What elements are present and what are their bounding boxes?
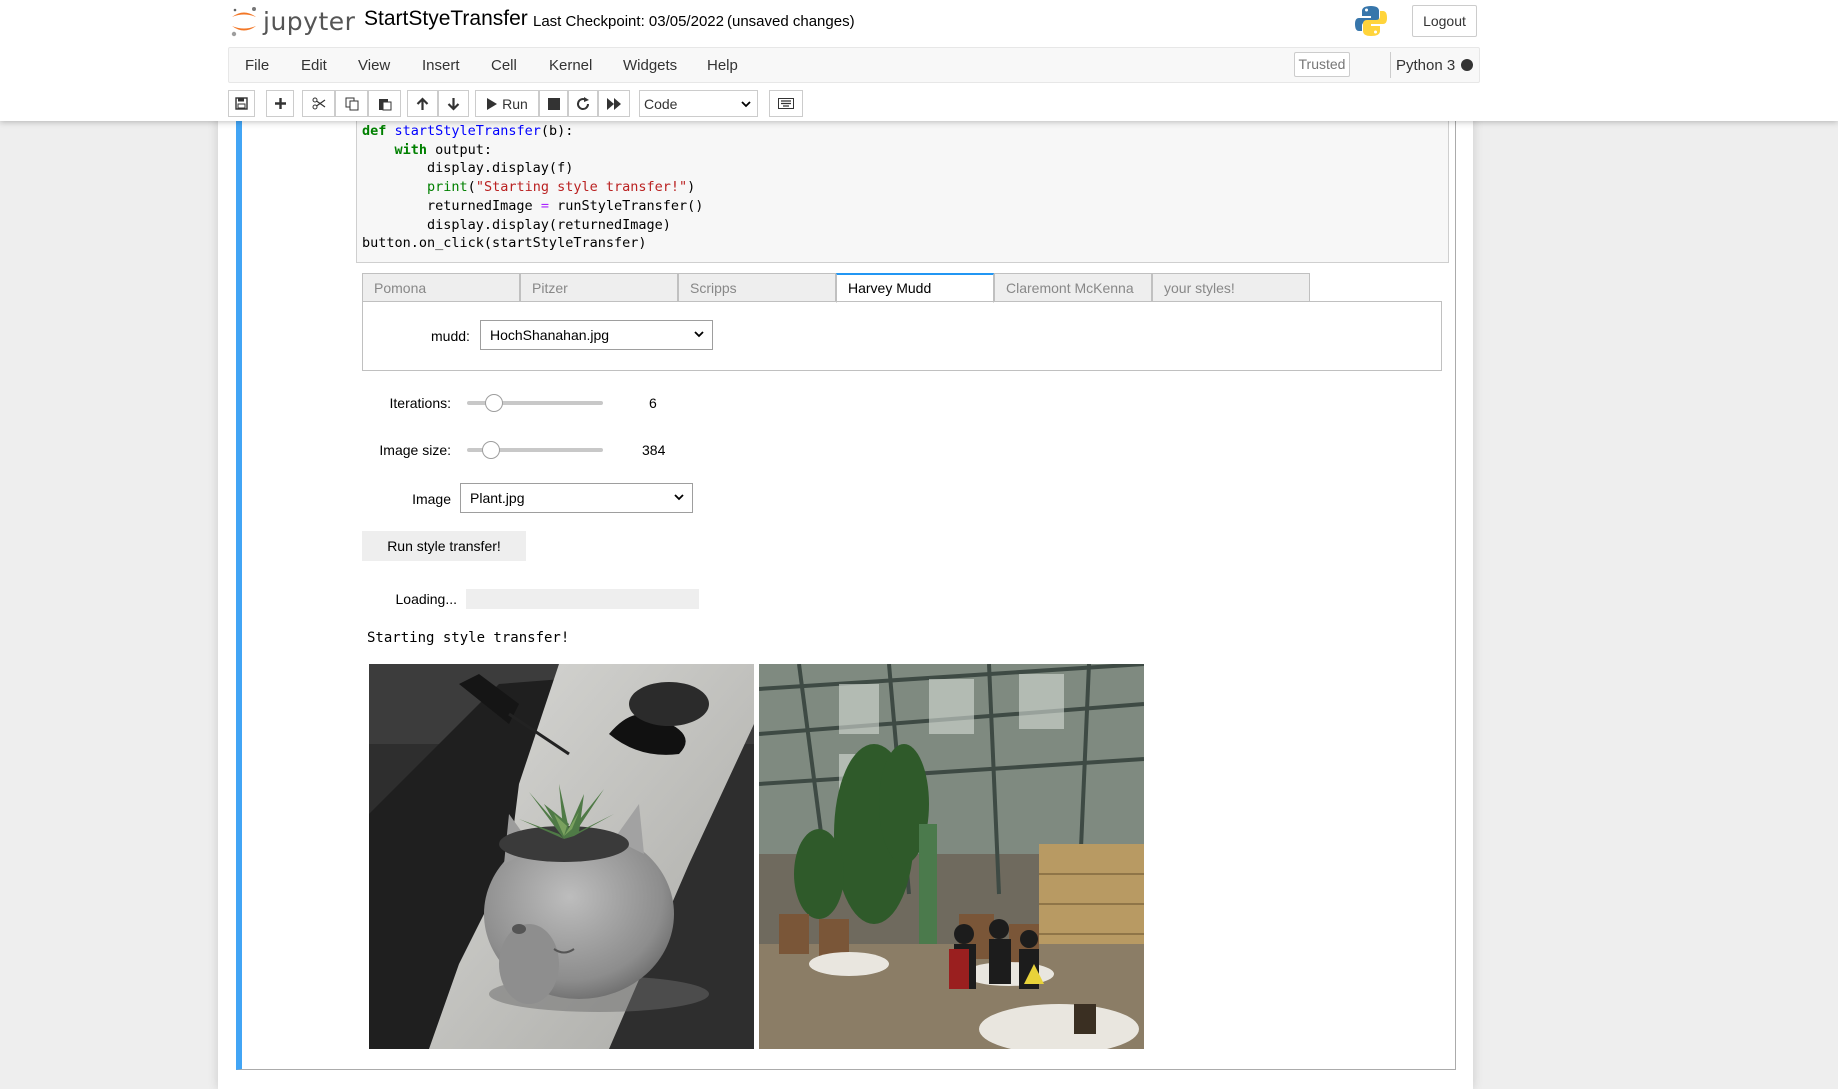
tab-scripps[interactable]: Scripps <box>678 273 836 302</box>
code-line: print("Starting style transfer!") <box>427 179 696 196</box>
content-image-plant <box>369 664 754 1049</box>
image-size-readout: 384 <box>642 442 666 458</box>
tab-pitzer[interactable]: Pitzer <box>520 273 678 302</box>
code-line: def startStyleTransfer(b): <box>362 123 574 139</box>
copy-button[interactable] <box>335 90 368 117</box>
chevron-down-icon <box>674 494 684 501</box>
iterations-readout: 6 <box>649 395 657 411</box>
cut-button[interactable] <box>302 90 335 117</box>
arrow-up-icon <box>416 96 429 110</box>
code-line: display.display(returnedImage) <box>362 216 671 233</box>
notebook-name[interactable]: StartStyeTransfer <box>364 7 528 31</box>
style-picker-label: mudd: <box>431 328 470 344</box>
tab-label: Harvey Mudd <box>848 280 932 296</box>
logout-button[interactable]: Logout <box>1412 5 1477 37</box>
menu-insert[interactable]: Insert <box>422 57 460 74</box>
menu-edit[interactable]: Edit <box>301 57 327 74</box>
code-text: def startStyleTransfer(b): with output: … <box>362 122 703 253</box>
fast-forward-icon <box>607 97 621 110</box>
iterations-label: Iterations: <box>389 395 451 411</box>
insert-cell-button[interactable] <box>266 90 294 117</box>
interrupt-button[interactable] <box>539 90 568 117</box>
stop-icon <box>547 97 560 110</box>
paste-icon <box>378 98 391 110</box>
chevron-down-icon <box>694 331 704 338</box>
loading-label: Loading... <box>395 591 458 607</box>
jupyter-logo-icon <box>231 7 256 37</box>
kernel-busy-indicator <box>1461 59 1473 71</box>
play-icon <box>487 97 498 110</box>
kernel-divider <box>1390 52 1391 78</box>
save-icon <box>235 97 248 110</box>
image-dropdown-value: Plant.jpg <box>470 490 525 506</box>
jupyter-logo[interactable]: jupyter <box>229 4 355 38</box>
logo-text: jupyter <box>263 6 356 36</box>
move-up-button[interactable] <box>407 90 438 117</box>
image-dropdown[interactable]: Plant.jpg <box>460 483 693 513</box>
tab-harvey-mudd[interactable]: Harvey Mudd <box>836 273 994 303</box>
tab-label: Pomona <box>374 280 427 296</box>
keyboard-icon <box>778 98 794 109</box>
trusted-indicator[interactable]: Trusted <box>1294 52 1350 77</box>
menu-view[interactable]: View <box>358 57 390 74</box>
menu-kernel[interactable]: Kernel <box>549 57 592 74</box>
run-label: Run <box>502 95 528 112</box>
copy-icon <box>345 97 358 110</box>
code-line: returnedImage = runStyleTransfer() <box>362 197 704 214</box>
output-text: Starting style transfer! <box>367 630 570 646</box>
cell-type-value: Code <box>644 95 678 112</box>
style-dropdown-value: HochShanahan.jpg <box>490 327 610 343</box>
code-editor[interactable]: def startStyleTransfer(b): with output: … <box>356 100 1449 263</box>
autosave-status: (unsaved changes) <box>727 13 855 30</box>
image-picker-label: Image <box>412 491 451 507</box>
plus-icon <box>274 98 286 109</box>
tab-label: Claremont McKenna <box>1006 280 1134 296</box>
tab-label: your styles! <box>1164 280 1235 296</box>
run-style-transfer-button[interactable]: Run style transfer! <box>362 531 526 561</box>
arrow-down-icon <box>447 97 460 111</box>
code-line: with output: <box>394 141 493 158</box>
run-button[interactable]: Run <box>475 90 539 117</box>
refresh-icon <box>577 96 590 110</box>
command-palette-button[interactable] <box>769 90 803 117</box>
save-button[interactable] <box>228 90 255 117</box>
code-line: display.display(f) <box>362 160 574 177</box>
scissors-icon <box>312 97 325 110</box>
kernel-name[interactable]: Python 3 <box>1396 57 1455 74</box>
image-size-label: Image size: <box>379 442 451 458</box>
menu-cell[interactable]: Cell <box>491 57 517 74</box>
restart-run-all-button[interactable] <box>598 90 630 117</box>
checkpoint-status: Last Checkpoint: 03/05/2022 <box>533 13 724 30</box>
tab-your-styles[interactable]: your styles! <box>1152 273 1310 302</box>
loading-progress-bar <box>466 589 699 609</box>
cell-type-select[interactable]: Code <box>639 90 758 117</box>
menu-widgets[interactable]: Widgets <box>623 57 677 74</box>
tab-label: Pitzer <box>532 280 568 296</box>
menu-file[interactable]: File <box>245 57 269 74</box>
chevron-down-icon <box>741 101 751 108</box>
restart-button[interactable] <box>568 90 598 117</box>
notebook-header: jupyter StartStyeTransfer Last Checkpoin… <box>0 0 1838 121</box>
tab-claremont-mckenna[interactable]: Claremont McKenna <box>994 273 1152 302</box>
menu-bar: File Edit View Insert Cell Kernel Widget… <box>228 47 1480 83</box>
python-icon <box>1355 6 1387 36</box>
paste-button[interactable] <box>368 90 401 117</box>
style-image-hoch-shanahan <box>759 664 1144 1049</box>
style-dropdown[interactable]: HochShanahan.jpg <box>480 320 713 350</box>
move-down-button[interactable] <box>438 90 469 117</box>
tab-label: Scripps <box>690 280 737 296</box>
menu-help[interactable]: Help <box>707 57 738 74</box>
code-line: button.on_click(startStyleTransfer) <box>362 235 647 252</box>
tab-pomona[interactable]: Pomona <box>362 273 520 302</box>
